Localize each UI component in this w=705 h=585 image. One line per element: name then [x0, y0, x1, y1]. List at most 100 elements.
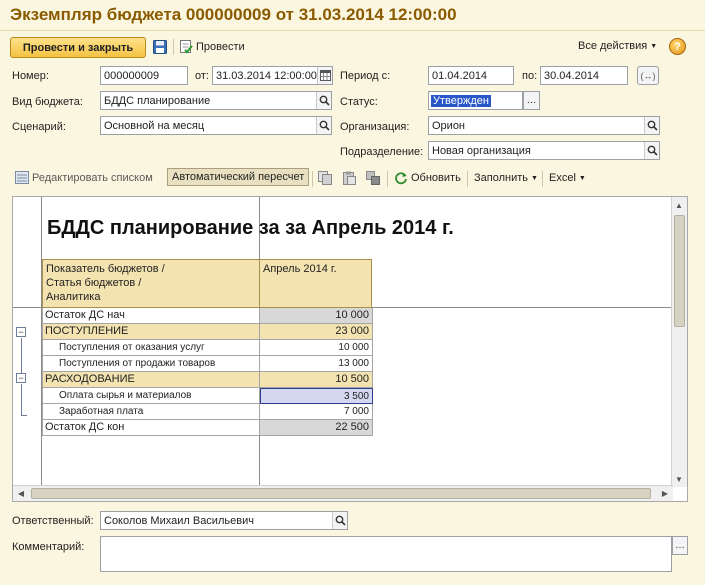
report-title: БДДС планирование за за Апрель 2014 г. — [47, 217, 454, 239]
save-button[interactable] — [152, 39, 168, 55]
toolbar-separator — [542, 171, 543, 187]
magnifier-icon — [319, 120, 330, 131]
scenario-field[interactable]: Основной на месяц — [100, 116, 332, 135]
vertical-scrollbar[interactable]: ▲ ▼ — [671, 197, 687, 487]
scroll-right-arrow[interactable]: ▶ — [658, 486, 672, 500]
edit-list-icon — [15, 171, 29, 184]
refresh-icon — [395, 172, 407, 185]
toolbar-separator — [387, 171, 388, 187]
magnifier-icon — [647, 120, 658, 131]
comment-label: Комментарий: — [12, 541, 85, 553]
row-name: Остаток ДС кон — [42, 420, 260, 436]
magnifier-icon — [647, 145, 658, 156]
transpose-icon — [366, 171, 380, 185]
scenario-search-button[interactable] — [316, 117, 331, 134]
report-spreadsheet[interactable]: БДДС планирование за за Апрель 2014 г. П… — [12, 196, 688, 502]
responsible-field[interactable]: Соколов Михаил Васильевич — [100, 511, 348, 530]
calendar-icon — [319, 70, 331, 81]
row-value[interactable]: 10 000 — [260, 340, 373, 356]
excel-menu[interactable]: Excel ▼ — [549, 172, 586, 184]
help-button[interactable]: ? — [669, 38, 686, 55]
responsible-label: Ответственный: — [12, 515, 94, 527]
window-title: Экземпляр бюджета 000000009 от 31.03.201… — [10, 5, 457, 24]
magnifier-icon — [335, 515, 346, 526]
row-value[interactable]: 13 000 — [260, 356, 373, 372]
calendar-button[interactable] — [317, 67, 332, 84]
edit-list-button[interactable]: Редактировать списком — [15, 171, 153, 184]
magnifier-icon — [319, 95, 330, 106]
vertical-scroll-thumb[interactable] — [674, 215, 685, 327]
subdivision-label: Подразделение: — [340, 146, 424, 158]
row-name: Оплата сырья и материалов — [42, 388, 260, 404]
tree-line — [21, 415, 27, 416]
period-column-header: Апрель 2014 г. — [259, 259, 372, 308]
row-value[interactable]: 10 000 — [260, 308, 373, 324]
row-name: Поступления от оказания услуг — [42, 340, 260, 356]
number-label: Номер: — [12, 70, 49, 82]
row-value[interactable]: 10 500 — [260, 372, 373, 388]
tree-line — [21, 338, 22, 374]
title-divider — [0, 30, 705, 31]
row-name: ПОСТУПЛЕНИЕ — [42, 324, 260, 340]
period-label: Период с: — [340, 70, 391, 82]
period-to-field[interactable]: 30.04.2014 — [540, 66, 628, 85]
all-actions-label: Все действия — [578, 40, 648, 52]
responsible-search-button[interactable] — [332, 512, 347, 529]
refresh-button[interactable]: Обновить — [394, 171, 461, 185]
period-select-button[interactable]: (↔) — [637, 66, 659, 85]
paste-icon — [343, 171, 356, 185]
comment-field[interactable] — [100, 536, 672, 572]
all-actions-menu[interactable]: Все действия ▼ — [578, 40, 657, 52]
subdivision-search-button[interactable] — [644, 142, 659, 159]
organization-field[interactable]: Орион — [428, 116, 660, 135]
scroll-down-arrow[interactable]: ▼ — [672, 472, 686, 486]
copy-button[interactable] — [317, 170, 333, 186]
horizontal-scrollbar[interactable]: ◀ ▶ — [13, 485, 673, 501]
subdivision-field[interactable]: Новая организация — [428, 141, 660, 160]
status-label: Статус: — [340, 96, 378, 108]
horizontal-scroll-thumb[interactable] — [31, 488, 651, 499]
period-to-label: по: — [522, 70, 538, 82]
budget-type-search-button[interactable] — [316, 92, 331, 109]
organization-search-button[interactable] — [644, 117, 659, 134]
organization-label: Организация: — [340, 121, 410, 133]
scenario-label: Сценарий: — [12, 121, 66, 133]
row-value[interactable]: 23 000 — [260, 324, 373, 340]
post-button-label: Провести — [196, 40, 245, 53]
collapse-expense-toggle[interactable]: − — [16, 373, 26, 383]
scroll-up-arrow[interactable]: ▲ — [672, 198, 686, 212]
toolbar-separator — [467, 171, 468, 187]
status-select-button[interactable]: … — [523, 91, 540, 110]
comment-expand-button[interactable]: … — [672, 536, 688, 555]
post-and-close-button[interactable]: Провести и закрыть — [10, 37, 146, 58]
date-from-label: от: — [195, 70, 209, 82]
toolbar-separator — [312, 171, 313, 187]
indicator-column-header: Показатель бюджетов / Статья бюджетов / … — [42, 259, 260, 308]
paste-button[interactable] — [341, 170, 357, 186]
document-post-icon — [180, 40, 193, 54]
row-name: Остаток ДС нач — [42, 308, 260, 324]
budget-type-field[interactable]: БДДС планирование — [100, 91, 332, 110]
transpose-button[interactable] — [365, 170, 381, 186]
toolbar-separator — [173, 39, 174, 55]
period-from-field[interactable]: 01.04.2014 — [428, 66, 514, 85]
date-field[interactable]: 31.03.2014 12:00:00 — [212, 66, 333, 85]
row-name: Поступления от продажи товаров — [42, 356, 260, 372]
collapse-income-toggle[interactable]: − — [16, 327, 26, 337]
fill-menu[interactable]: Заполнить ▼ — [474, 172, 538, 184]
scroll-left-arrow[interactable]: ◀ — [14, 486, 28, 500]
number-field[interactable]: 000000009 — [100, 66, 188, 85]
auto-recalc-toggle[interactable]: Автоматический пересчет — [167, 168, 310, 186]
tree-line — [21, 384, 22, 415]
post-button[interactable]: Провести — [179, 39, 245, 54]
chevron-down-icon: ▼ — [531, 174, 538, 182]
row-value[interactable]: 7 000 — [260, 404, 373, 420]
row-value-selected[interactable]: 3 500 — [260, 388, 373, 404]
budget-type-label: Вид бюджета: — [12, 96, 83, 108]
row-name: Заработная плата — [42, 404, 260, 420]
status-field[interactable]: Утвержден — [428, 91, 523, 110]
floppy-icon — [153, 40, 167, 54]
copy-icon — [318, 171, 332, 185]
row-value[interactable]: 22 500 — [260, 420, 373, 436]
chevron-down-icon: ▼ — [578, 174, 586, 182]
